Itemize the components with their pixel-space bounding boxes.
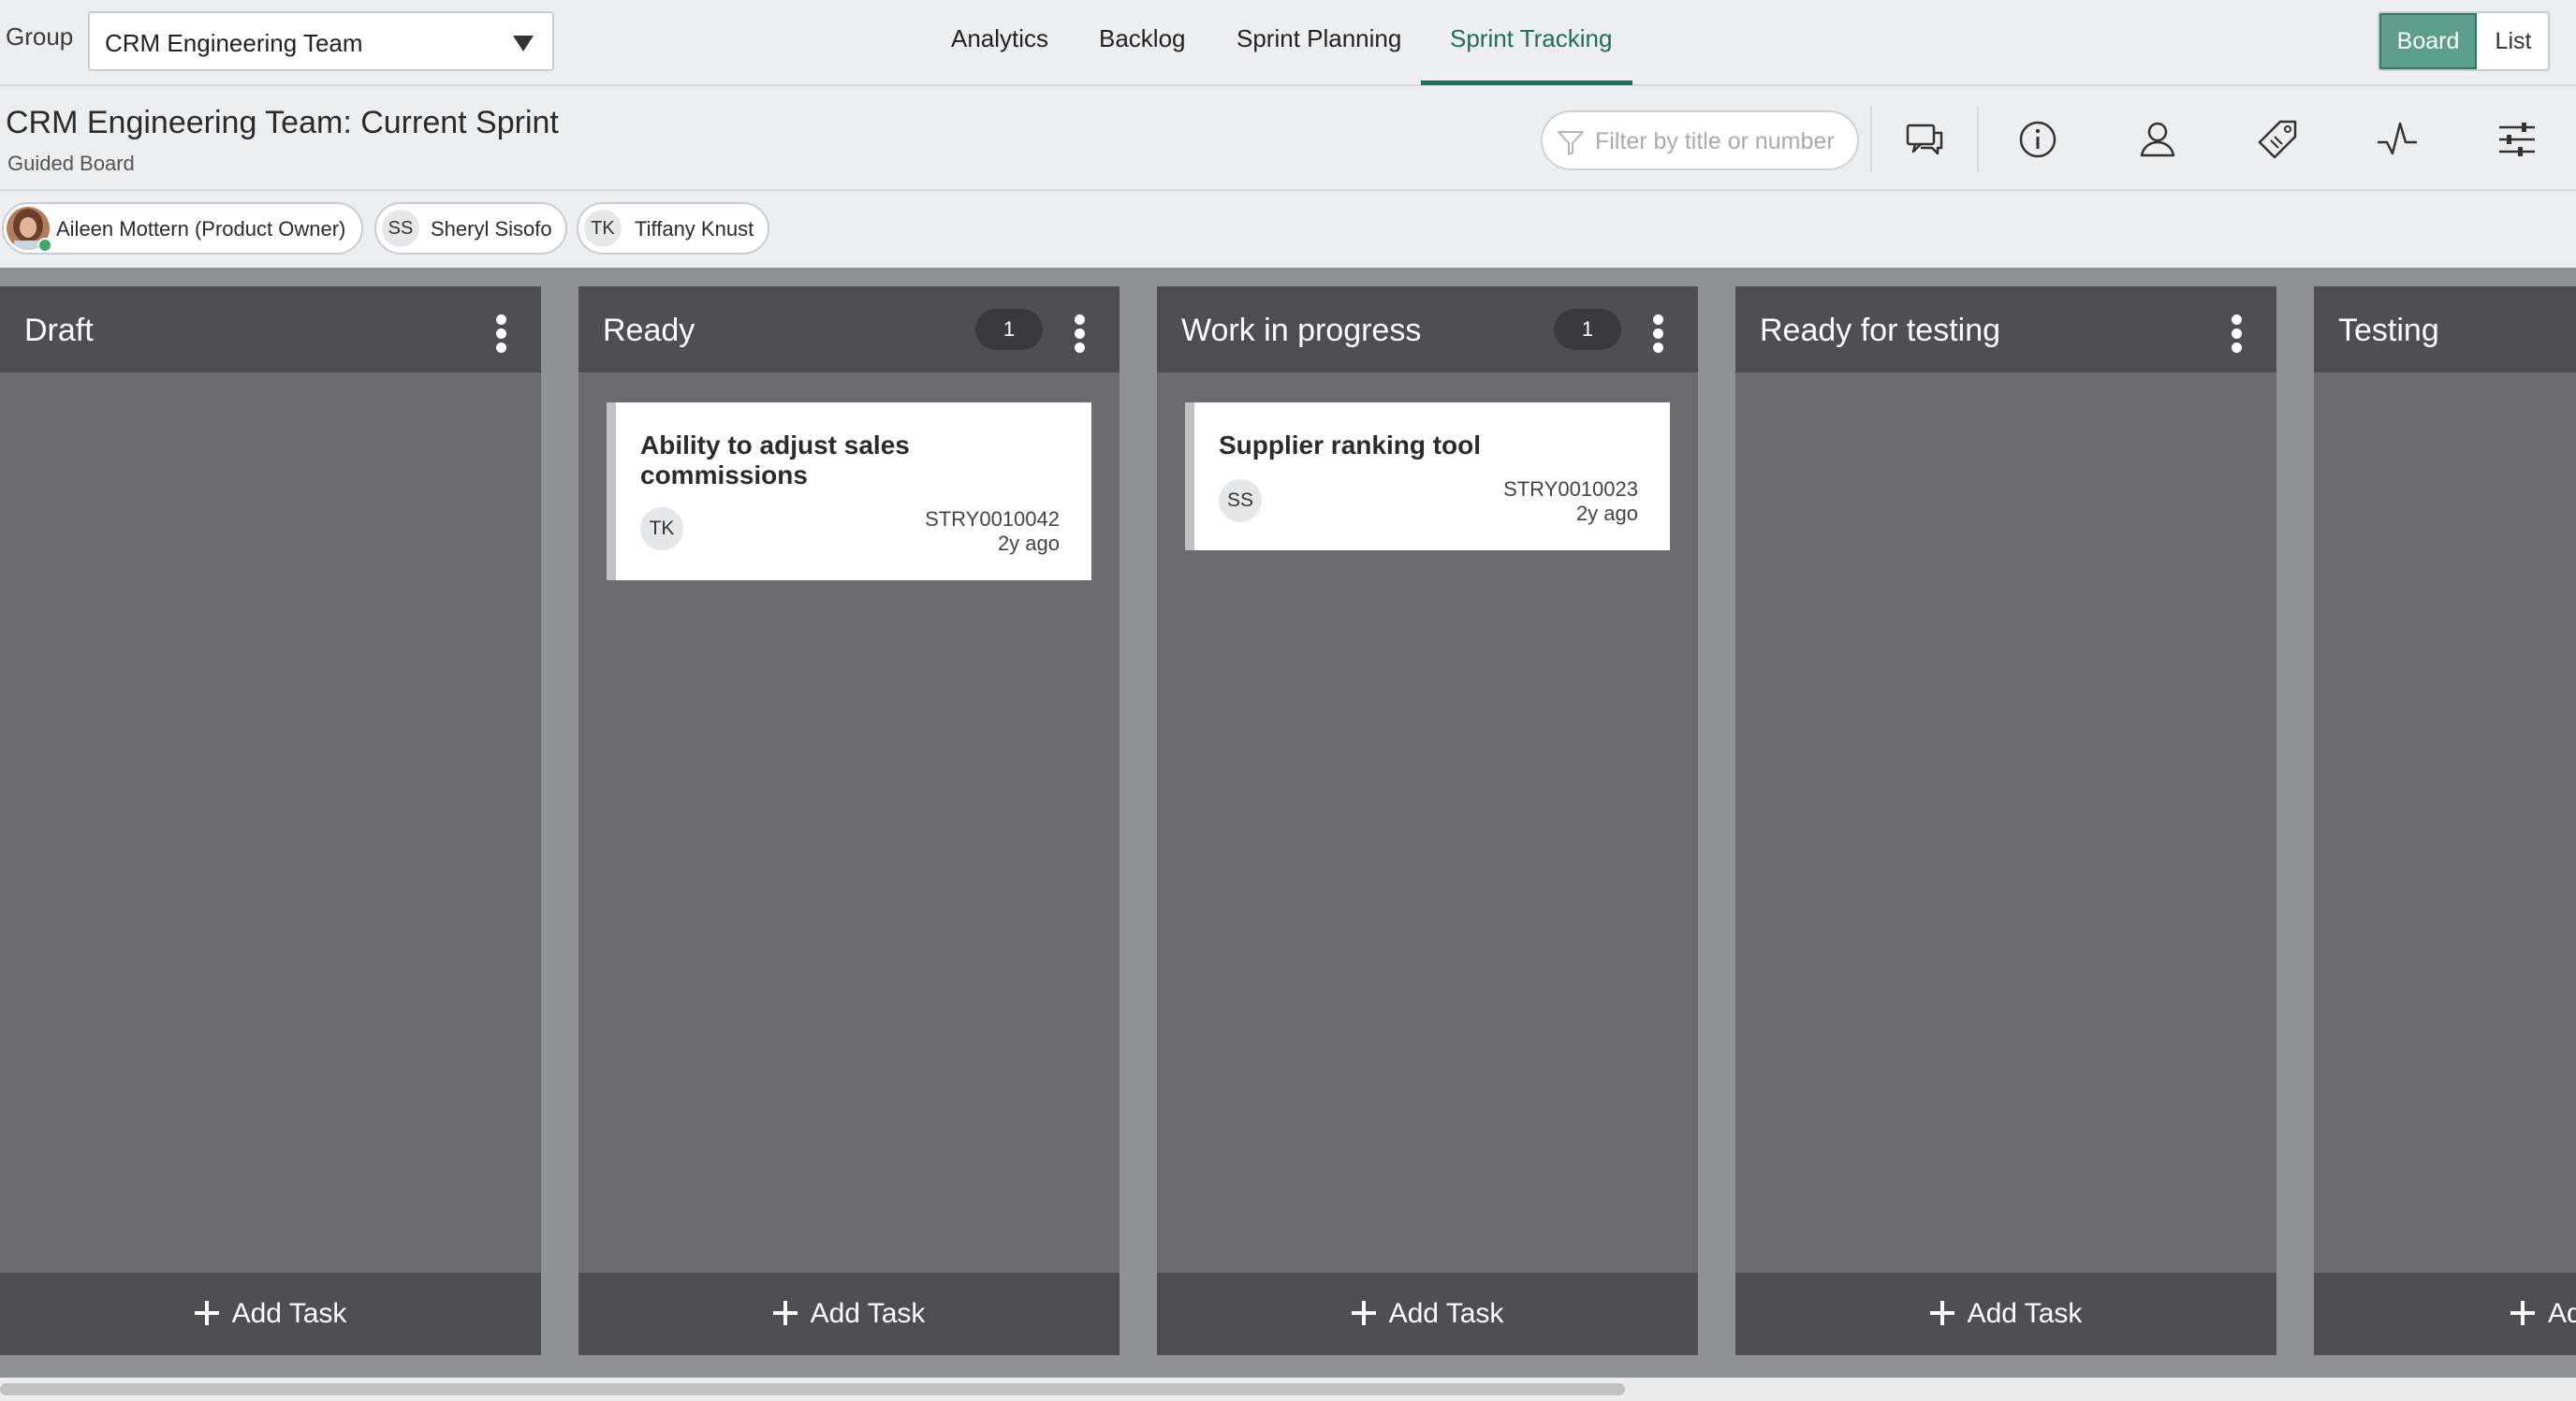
toolbar-divider [1977, 107, 1979, 172]
group-label: Group [6, 22, 74, 51]
group-select[interactable]: CRM Engineering Team [88, 11, 554, 71]
sprint-board: Draft Add Task Ready 1 Ability to adjust… [0, 268, 2576, 1378]
tab-backlog[interactable]: Backlog [1099, 24, 1186, 53]
member-initials: SS [382, 210, 419, 247]
page-subtitle: Guided Board [7, 152, 135, 175]
column-title: Testing [2338, 313, 2439, 348]
plus-icon [2510, 1301, 2535, 1325]
add-task-label: Add Task [1388, 1298, 1504, 1329]
comments-icon[interactable] [1902, 116, 1949, 163]
card-updated: 2y ago [997, 532, 1060, 555]
top-bar: Group CRM Engineering Team Analytics Bac… [0, 0, 2576, 86]
column-count-badge: 1 [1554, 309, 1621, 350]
add-task-label: Add Task [810, 1298, 926, 1329]
plus-icon [772, 1301, 798, 1325]
column-footer: Add Task [1735, 1273, 2276, 1355]
assignee-avatar: TK [640, 507, 683, 550]
column-footer: Add Task [0, 1273, 541, 1355]
chevron-down-icon [513, 36, 534, 51]
team-members-bar: Aileen Mottern (Product Owner) SS Sheryl… [0, 193, 2576, 268]
story-card[interactable]: Supplier ranking tool SS STRY0010023 2y … [1185, 402, 1670, 550]
sliders-icon[interactable] [2494, 116, 2540, 163]
info-icon[interactable] [2014, 116, 2061, 163]
column-title: Work in progress [1181, 313, 1422, 348]
column-title: Ready [603, 313, 695, 348]
add-task-button[interactable]: Add Task [578, 1273, 1120, 1355]
assignee-avatar: SS [1219, 479, 1262, 522]
scrollbar-thumb[interactable] [0, 1383, 1625, 1395]
filter-box [1541, 110, 1859, 170]
column-menu-icon[interactable] [1653, 314, 1664, 353]
column-footer: Add Task [2314, 1273, 2576, 1355]
add-task-button[interactable]: Add Task [0, 1273, 541, 1355]
member-initials: TK [584, 210, 622, 247]
activity-icon[interactable] [2374, 116, 2421, 163]
online-status-dot [37, 238, 52, 253]
column-ready: Ready 1 Ability to adjust sales commissi… [578, 286, 1120, 1355]
card-title: Ability to adjust sales commissions [640, 431, 910, 489]
horizontal-scrollbar[interactable] [0, 1378, 2576, 1401]
add-task-label: Add Task [2548, 1298, 2576, 1329]
filter-icon [1558, 131, 1584, 155]
add-task-button[interactable]: Add Task [1735, 1273, 2276, 1355]
column-header: Ready for testing [1735, 286, 2276, 372]
card-number: STRY0010042 [925, 507, 1060, 531]
member-chip[interactable]: SS Sheryl Sisofo [374, 202, 567, 255]
plus-icon [1351, 1301, 1376, 1325]
column-menu-icon[interactable] [496, 314, 507, 353]
add-task-button[interactable]: Add Task [2314, 1273, 2576, 1355]
view-toggle: Board List [2378, 11, 2550, 71]
add-task-label: Add Task [231, 1298, 347, 1329]
tab-sprint-tracking[interactable]: Sprint Tracking [1450, 24, 1612, 53]
group-select-value: CRM Engineering Team [105, 29, 363, 57]
add-task-button[interactable]: Add Task [1157, 1273, 1698, 1355]
member-name: Sheryl Sisofo [431, 217, 552, 241]
title-bar: CRM Engineering Team: Current Sprint Gui… [0, 88, 2576, 191]
tab-sprint-planning[interactable]: Sprint Planning [1237, 24, 1401, 53]
column-header: Ready 1 [578, 286, 1120, 372]
card-updated: 2y ago [1575, 502, 1638, 525]
page-title: CRM Engineering Team: Current Sprint [6, 105, 559, 140]
card-number: STRY0010023 [1503, 477, 1638, 501]
column-count-badge: 1 [975, 309, 1043, 350]
plus-icon [1929, 1301, 1954, 1325]
toolbar-divider [1870, 107, 1872, 172]
column-header: Work in progress 1 [1157, 286, 1698, 372]
column-testing: Testing Add Task [2314, 286, 2576, 1355]
column-header: Testing [2314, 286, 2576, 372]
column-title: Ready for testing [1760, 313, 2001, 348]
column-menu-icon[interactable] [1075, 314, 1086, 353]
tag-icon[interactable] [2254, 116, 2301, 163]
filter-input[interactable] [1595, 125, 1848, 157]
member-chip[interactable]: TK Tiffany Knust [577, 202, 769, 255]
column-footer: Add Task [1157, 1273, 1698, 1355]
card-title: Supplier ranking tool [1219, 431, 1482, 460]
member-chip[interactable]: Aileen Mottern (Product Owner) [2, 202, 363, 255]
column-work-in-progress: Work in progress 1 Supplier ranking tool… [1157, 286, 1698, 1355]
user-icon[interactable] [2134, 116, 2181, 163]
add-task-label: Add Task [1967, 1298, 2083, 1329]
story-card[interactable]: Ability to adjust sales commissions TK S… [607, 402, 1091, 580]
list-view-button[interactable]: List [2477, 13, 2548, 69]
column-menu-icon[interactable] [2232, 314, 2243, 353]
member-name: Tiffany Knust [635, 217, 754, 241]
column-ready-for-testing: Ready for testing Add Task [1735, 286, 2276, 1355]
board-view-button[interactable]: Board [2379, 13, 2477, 69]
member-name: Aileen Mottern (Product Owner) [56, 217, 346, 241]
tab-analytics[interactable]: Analytics [951, 24, 1048, 53]
plus-icon [194, 1301, 219, 1325]
active-tab-indicator [1421, 80, 1632, 85]
column-header: Draft [0, 286, 541, 372]
column-draft: Draft Add Task [0, 286, 541, 1355]
column-title: Draft [24, 313, 94, 348]
column-footer: Add Task [578, 1273, 1120, 1355]
